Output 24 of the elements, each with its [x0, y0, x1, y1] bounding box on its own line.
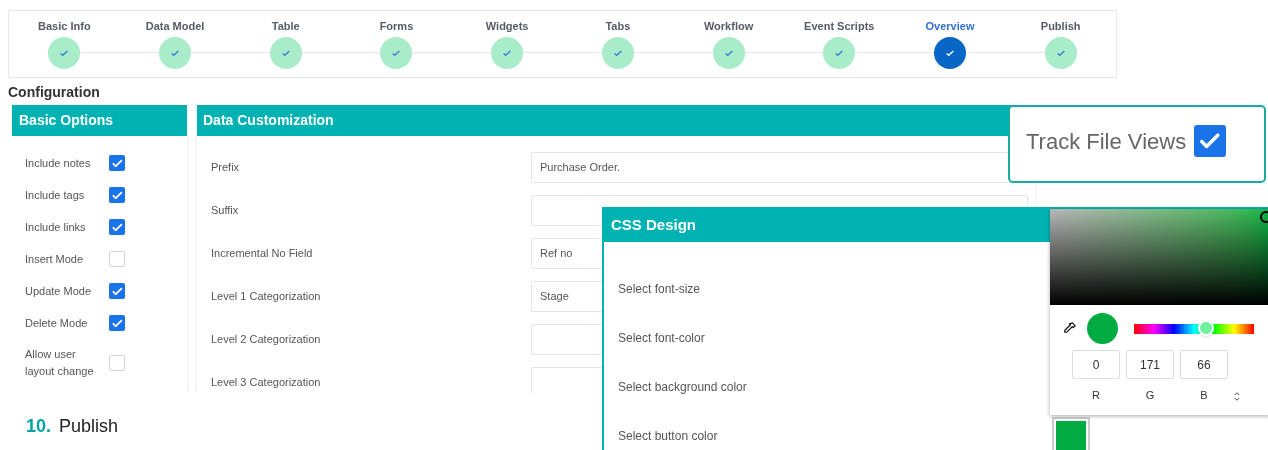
field-label: Level 2 Categorization [210, 332, 322, 348]
design-label: Select font-color [618, 329, 705, 347]
design-label: Select button color [618, 427, 718, 445]
design-label: Select background color [618, 378, 747, 396]
step-number: 10. [26, 415, 52, 438]
field-label: Incremental No Field [210, 246, 314, 262]
option-label: Insert Mode [25, 251, 85, 267]
channel-label: G [1145, 388, 1155, 403]
section-heading: Publish [59, 415, 119, 438]
field-label: Suffix [210, 203, 240, 219]
panel-header: Basic Options [12, 105, 187, 136]
channel-label: R [1092, 388, 1100, 403]
option-label: Include tags [25, 187, 86, 203]
field-label: Prefix [210, 160, 241, 176]
section-title: Configuration [8, 84, 101, 101]
field-label: Level 1 Categorization [210, 289, 322, 305]
option-label: Update Mode [25, 283, 93, 299]
design-label: Select font-size [618, 280, 701, 298]
option-label: Include links [25, 219, 87, 235]
option-label: Include notes [25, 155, 92, 171]
field-label: Level 3 Categorization [210, 375, 322, 391]
option-label: Delete Mode [25, 315, 89, 331]
channel-label: B [1200, 388, 1208, 403]
option-label: Allow user layout change [25, 347, 95, 379]
